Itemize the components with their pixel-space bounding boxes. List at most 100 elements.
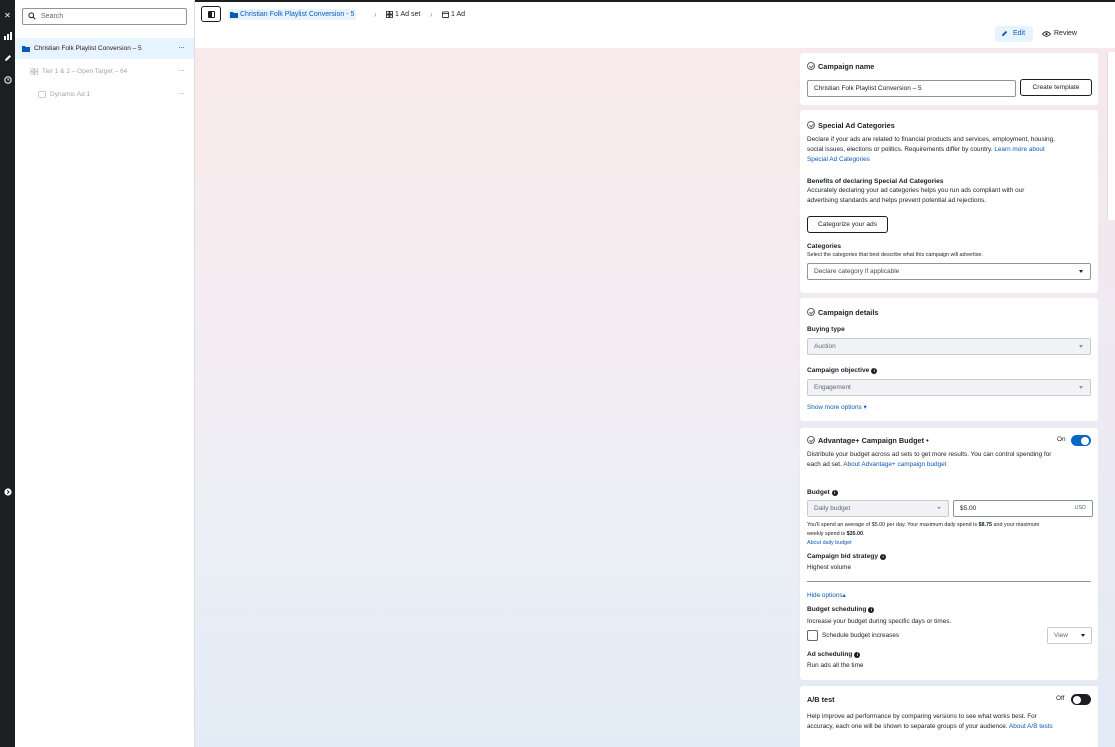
caret-up-icon: ▴ [842,592,846,599]
view-label: View [1054,632,1068,639]
breadcrumb-adset-label: 1 Ad set [395,11,421,18]
top-divider [195,0,1115,2]
tree-item-label: Christian Folk Playlist Conversion – 5 [34,45,142,52]
check-circle-icon [807,436,815,444]
benefits-description: Accurately declaring your ad categories … [807,187,1025,204]
info-icon[interactable]: i [831,490,838,496]
info-icon[interactable]: i [871,368,878,374]
check-circle-icon [807,121,815,129]
chart-icon[interactable] [0,31,15,45]
campaign-objective-select: Engagement [807,379,1091,396]
budget-title: Advantage+ Campaign Budget • [807,436,929,445]
chevron-down-icon [1079,386,1083,389]
campaign-details-card: Campaign details Buying type Auction Cam… [800,298,1098,421]
buying-type-value: Auction [814,343,836,350]
campaign-name-card: Campaign name Christian Folk Playlist Co… [800,53,1098,105]
breadcrumb-adset[interactable]: 1 Ad set [386,9,420,20]
about-advantage-budget-link[interactable]: About Advantage+ campaign budget [843,461,946,468]
chevron-down-icon [1081,634,1085,637]
learn-more-link[interactable]: Learn more about [994,146,1044,153]
pencil-icon[interactable] [0,53,15,67]
create-template-button[interactable]: Create template [1020,79,1092,96]
budget-type-select: Daily budget [807,500,949,517]
show-more-options-link[interactable]: Show more options ▾ [807,403,867,413]
search-input[interactable]: Search [22,8,187,25]
more-icon[interactable]: ··· [178,42,185,52]
info-icon[interactable]: i [880,554,887,560]
schedule-budget-checkbox[interactable] [807,630,818,641]
left-rail: ✕ [0,0,15,747]
more-icon[interactable]: ··· [178,88,185,98]
clock-icon[interactable] [0,75,15,89]
special-ad-description: Declare if your ads are related to finan… [807,135,1092,165]
sidebar-icon [208,11,215,18]
categories-placeholder: Declare category if applicable [814,268,900,275]
folder-icon [22,46,30,52]
campaign-name-title: Campaign name [807,62,874,71]
search-placeholder: Search [41,13,64,20]
categories-hint: Select the categories that best describe… [807,252,983,258]
tree-item-label: Tier 1 & 2 – Open Target – 64 [42,68,128,75]
buying-type-label: Buying type [807,326,845,333]
ab-test-toggle[interactable] [1071,694,1091,705]
budget-scheduling-label: Budget scheduling i [807,606,875,613]
budget-bullet: • [926,436,929,445]
ab-test-title: A/B test [807,695,835,704]
view-dropdown[interactable]: View [1047,627,1092,644]
info-icon[interactable]: i [868,607,875,613]
campaign-name-input[interactable]: Christian Folk Playlist Conversion – 5 [807,80,1016,97]
folder-icon [230,11,238,18]
tree-item-adset[interactable]: Tier 1 & 2 – Open Target – 64 ··· [15,61,194,82]
close-icon[interactable]: ✕ [0,9,15,23]
toggle-panel-button[interactable] [201,6,221,22]
about-ab-tests-link[interactable]: About A/B tests [1009,723,1053,730]
review-label: Review [1054,30,1077,37]
edit-label: Edit [1013,30,1026,37]
buying-type-select: Auction [807,338,1091,355]
campaign-tree-panel: Search Christian Folk Playlist Conversio… [15,0,195,747]
ad-icon [38,91,46,98]
special-ad-categories-card: Special Ad Categories Declare if your ad… [800,110,1098,293]
about-daily-budget-link[interactable]: About daily budget [807,540,852,546]
bid-strategy-label: Campaign bid strategy i [807,553,887,560]
budget-type-value: Daily budget [814,505,851,512]
side-scroll-panel[interactable] [1107,52,1115,220]
campaign-details-title: Campaign details [807,308,878,317]
chevron-right-icon: › [430,10,433,19]
tree-item-ad[interactable]: Dynamic Ad 1 ··· [15,84,194,105]
budget-toggle[interactable] [1071,435,1091,446]
breadcrumb-campaign[interactable]: Christian Folk Playlist Conversion - 5 [228,9,357,20]
budget-description: Distribute your budget across ad sets to… [807,451,1052,468]
info-icon[interactable]: i [854,652,861,658]
eye-icon [1042,31,1051,37]
tree-item-campaign[interactable]: Christian Folk Playlist Conversion – 5 ·… [15,38,194,59]
ad-icon [442,11,449,18]
benefits-title: Benefits of declaring Special Ad Categor… [807,178,944,185]
adset-grid-icon [30,68,38,75]
categories-label: Categories [807,243,842,250]
adset-grid-icon [386,10,393,18]
chevron-down-icon [1079,345,1083,348]
ad-scheduling-label: Ad scheduling i [807,651,861,658]
budget-scheduling-description: Increase your budget during specific day… [807,618,952,625]
tree-item-label: Dynamic Ad 1 [50,91,91,98]
budget-label: Budget i [807,489,838,496]
search-icon [28,12,36,20]
ab-test-card: A/B test Off Help improve ad performance… [800,686,1098,747]
more-icon[interactable]: ··· [178,65,185,75]
hide-options-link[interactable]: Hide options▴ [807,591,846,601]
edit-button[interactable]: Edit [995,26,1033,42]
schedule-budget-label: Schedule budget increases [822,632,900,639]
breadcrumb-ad-label: 1 Ad [451,11,466,18]
special-ad-title: Special Ad Categories [807,121,895,130]
breadcrumb-ad[interactable]: 1 Ad [442,9,465,20]
review-button[interactable]: Review [1039,26,1081,42]
categorize-ads-button[interactable]: Categorize your ads [807,216,888,233]
expand-icon[interactable] [0,487,15,501]
budget-amount-value: $5.00 [960,505,977,512]
categories-select[interactable]: Declare category if applicable [807,263,1091,280]
ab-test-toggle-label: Off [1056,695,1065,702]
main-canvas [195,48,798,747]
learn-more-link-cont[interactable]: Special Ad Categories [807,155,1092,165]
budget-amount-input[interactable]: $5.00 USD [953,500,1093,517]
